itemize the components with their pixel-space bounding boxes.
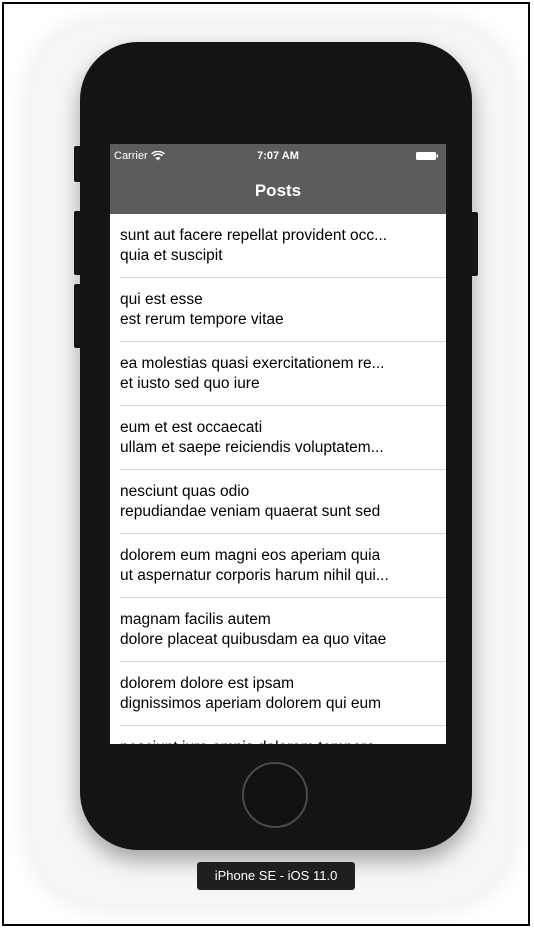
- post-title: magnam facilis autem: [120, 611, 271, 628]
- post-title: dolorem eum magni eos aperiam quia: [120, 547, 381, 564]
- post-body: dolore placeat quibusdam ea quo vitae: [120, 631, 387, 648]
- page-title: Posts: [254, 181, 302, 200]
- table-row[interactable]: dolorem eum magni eos aperiam quia ut asp…: [110, 534, 446, 598]
- simulator-window: Carrier 7:07 AM Posts sunt aut facere re…: [2, 2, 530, 926]
- table-row[interactable]: magnam facilis autem dolore placeat quibu…: [110, 598, 446, 662]
- table-row[interactable]: nesciunt quas odio repudiandae veniam qua…: [110, 470, 446, 534]
- table-row[interactable]: nesciunt iure omnis dolorem tempora: [110, 726, 446, 744]
- post-title: nesciunt iure omnis dolorem tempora: [120, 738, 436, 744]
- device-name-label: iPhone SE - iOS 11.0: [197, 862, 355, 890]
- post-body: ullam et saepe reiciendis voluptatem...: [120, 439, 384, 456]
- post-body: quia et suscipit: [120, 247, 223, 264]
- battery-icon: [416, 152, 438, 160]
- table-row[interactable]: sunt aut facere repellat provident occ..…: [110, 214, 446, 278]
- post-body: dignissimos aperiam dolorem qui eum: [120, 695, 382, 712]
- post-body: et iusto sed quo iure: [120, 375, 260, 392]
- post-title: qui est esse: [120, 291, 203, 308]
- device-screen: Carrier 7:07 AM Posts sunt aut facere re…: [110, 144, 446, 744]
- posts-table[interactable]: sunt aut facere repellat provident occ..…: [110, 214, 446, 744]
- post-title: eum et est occaecati: [120, 419, 263, 436]
- post-body: ut aspernatur corporis harum nihil qui..…: [120, 567, 389, 584]
- table-row[interactable]: qui est esse est rerum tempore vitae: [110, 278, 446, 342]
- post-body: repudiandae veniam quaerat sunt sed: [120, 503, 381, 520]
- post-title: dolorem dolore est ipsam: [120, 675, 295, 692]
- status-bar: Carrier 7:07 AM: [110, 144, 446, 168]
- post-title: nesciunt quas odio: [120, 483, 250, 500]
- table-row[interactable]: dolorem dolore est ipsam dignissimos aper…: [110, 662, 446, 726]
- status-time: 7:07 AM: [257, 150, 299, 162]
- navigation-bar: Posts: [110, 168, 446, 214]
- home-button[interactable]: [242, 762, 308, 828]
- post-title: sunt aut facere repellat provident occ..…: [120, 227, 388, 244]
- table-row[interactable]: ea molestias quasi exercitationem re... e…: [110, 342, 446, 406]
- post-body: est rerum tempore vitae: [120, 311, 284, 328]
- table-row[interactable]: eum et est occaecati ullam et saepe reici…: [110, 406, 446, 470]
- post-title: ea molestias quasi exercitationem re...: [120, 355, 385, 372]
